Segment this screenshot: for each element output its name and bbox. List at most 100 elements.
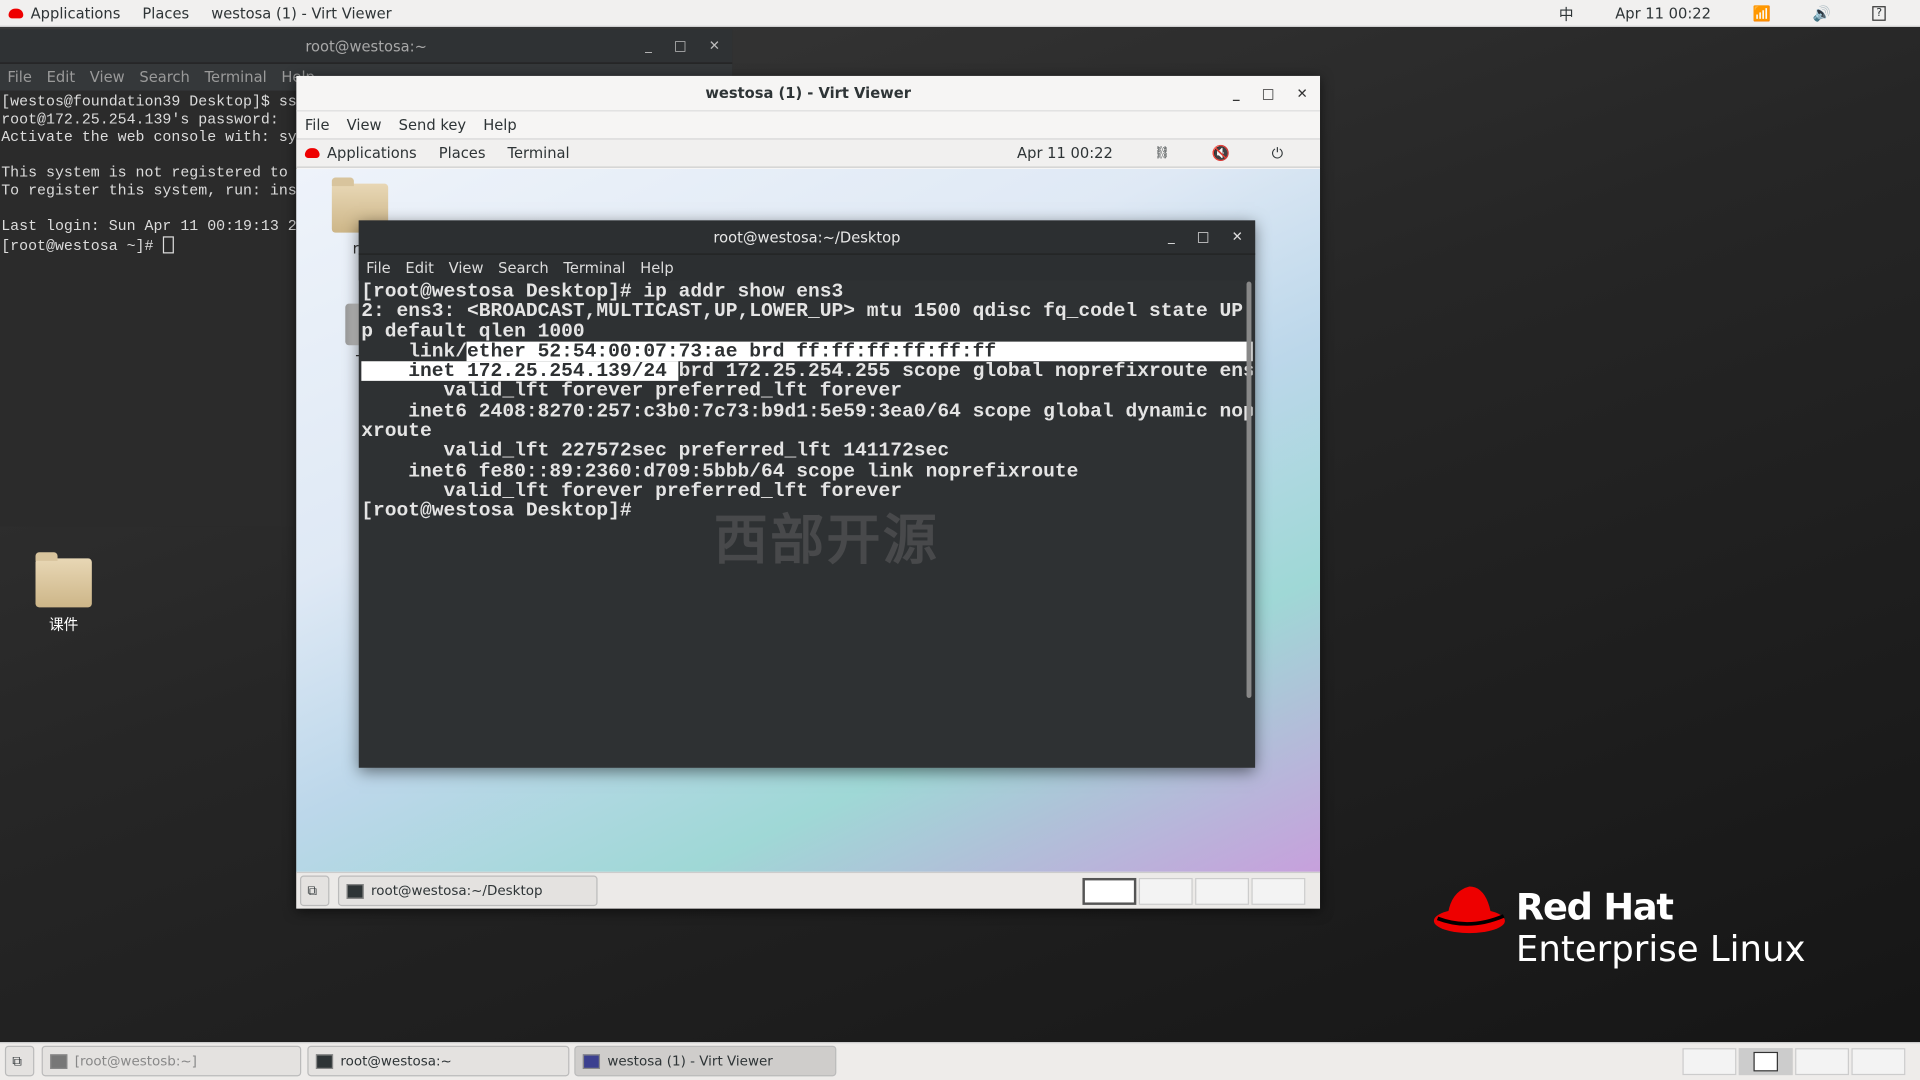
menu-file[interactable]: File [7,69,32,86]
workspace-1[interactable] [1082,877,1137,905]
menu-view[interactable]: View [449,259,484,276]
terminal-line: [root@westosa Desktop]# ip addr show ens… [361,282,1252,302]
window-title: westosa (1) - Virt Viewer [705,84,911,102]
menu-terminal[interactable]: Terminal [563,259,625,276]
power-icon[interactable]: ⏻ [1272,144,1284,162]
terminal-scrollbar[interactable] [1246,281,1252,698]
terminal-text: inet6 fe80::89:2360:d709:5bbb/64 scope l… [361,461,1079,482]
terminal-line: inet 172.25.254.139/24 brd 172.25.254.25… [361,361,1253,382]
menu-edit[interactable]: Edit [405,259,433,276]
close-icon[interactable]: ✕ [1296,85,1307,101]
show-desktop-button[interactable]: ⧉ [300,875,330,907]
input-method-indicator[interactable]: 中 [1559,3,1574,24]
guest-clock[interactable]: Apr 11 00:22 [1017,144,1113,161]
back-terminal-titlebar[interactable]: root@westosa:~ _ □ ✕ [0,29,733,64]
menu-help[interactable]: Help [640,259,674,276]
guest-task-terminal[interactable]: root@westosa:~/Desktop [337,875,598,907]
terminal-text: link/ [361,341,468,362]
folder-label: 课件 [48,615,79,634]
redhat-icon [304,148,320,158]
terminal-icon [346,883,364,899]
volume-icon[interactable]: 🔊 [1813,5,1831,22]
menu-search[interactable]: Search [139,69,189,86]
minimize-icon[interactable]: _ [645,38,652,54]
window-title: root@westosa:~ [305,37,427,55]
guest-applications-menu[interactable]: Applications [327,144,417,161]
host-taskbar: ⧉ [root@westosb:~] root@westosa:~ westos… [0,1042,1920,1080]
clock[interactable]: Apr 11 00:22 [1615,5,1711,22]
applications-menu[interactable]: Applications [31,4,121,21]
terminal-icon [50,1053,68,1069]
menu-view[interactable]: View [90,69,125,86]
terminal-text: valid_lft forever preferred_lft forever [361,481,903,502]
workspace-4[interactable] [1251,877,1306,905]
workspace-3[interactable] [1195,877,1249,905]
terminal-text: [root@westosa Desktop]# ip addr show ens… [361,281,844,302]
volume-muted-icon[interactable]: 🔇 [1212,144,1230,161]
minimize-icon[interactable]: _ [1168,229,1175,245]
virt-viewer-window[interactable]: westosa (1) - Virt Viewer _ □ ✕ File View … [296,75,1321,909]
show-desktop-icon: ⧉ [307,882,317,899]
menu-view[interactable]: View [347,116,382,133]
workspace-2[interactable] [1738,1048,1793,1076]
terminal-line: xroute [361,421,1252,441]
guest-places-menu[interactable]: Places [439,144,486,161]
host-task-westosb[interactable]: [root@westosb:~] [41,1045,302,1077]
guest-terminal-app-menu[interactable]: Terminal [508,144,570,161]
terminal-text: valid_lft forever preferred_lft forever [361,381,903,402]
folder-icon [35,552,92,608]
menu-file[interactable]: File [305,116,330,133]
virt-viewer-titlebar[interactable]: westosa (1) - Virt Viewer _ □ ✕ [296,76,1321,112]
host-desktop: Applications Places westosa (1) - Virt V… [0,0,1920,1080]
close-icon[interactable]: ✕ [1232,229,1243,245]
close-icon[interactable]: ✕ [709,38,720,54]
guest-terminal-output[interactable]: [root@westosa Desktop]# ip addr show ens… [359,280,1255,522]
maximize-icon[interactable]: □ [674,38,687,54]
terminal-cursor [162,236,174,254]
terminal-line: valid_lft forever preferred_lft forever [361,381,1252,401]
network-wired-icon[interactable]: ⛓ [1155,146,1171,159]
terminal-line: 2: ens3: <BROADCAST,MULTICAST,UP,LOWER_U… [361,302,1252,322]
workspace-3[interactable] [1795,1048,1849,1076]
terminal-line: inet6 fe80::89:2360:d709:5bbb/64 scope l… [361,461,1252,481]
maximize-icon[interactable]: □ [1197,229,1210,245]
task-label: [root@westosb:~] [74,1053,197,1069]
host-top-bar: Applications Places westosa (1) - Virt V… [0,0,1920,27]
terminal-text: 2: ens3: <BROADCAST,MULTICAST,UP,LOWER_U… [361,301,1253,322]
task-label: westosa (1) - Virt Viewer [607,1053,773,1069]
guest-terminal-titlebar[interactable]: root@westosa:~/Desktop _ □ ✕ [358,220,1256,255]
battery-unknown-icon[interactable]: ? [1872,6,1886,21]
window-title: root@westosa:~/Desktop [713,228,901,246]
guest-desktop: ro Tr root@westosa:~/Desktop _□✕ File Ed… [296,168,1321,872]
menu-send-key[interactable]: Send key [399,116,466,133]
menu-search[interactable]: Search [498,259,548,276]
selected-text: inet 172.25.254.139/24 [361,361,679,382]
brand-line2: Enterprise Linux [1515,928,1806,970]
guest-terminal-window[interactable]: root@westosa:~/Desktop _ □ ✕ File Edit Vie… [358,220,1256,768]
active-window-label[interactable]: westosa (1) - Virt Viewer [211,4,391,21]
host-task-westosa[interactable]: root@westosa:~ [307,1045,570,1077]
desktop-folder[interactable]: 课件 [35,552,92,634]
terminal-text: xroute [361,421,432,442]
terminal-line: [root@westosa Desktop]# [361,501,1252,521]
terminal-line: inet6 2408:8270:257:c3b0:7c73:b9d1:5e59:… [361,401,1252,421]
wifi-icon[interactable]: 📶 [1753,5,1771,22]
terminal-text: inet6 2408:8270:257:c3b0:7c73:b9d1:5e59:… [361,401,1253,422]
selected-text: ether 52:54:00:07:73:ae brd ff:ff:ff:ff:… [467,341,1253,362]
workspace-2[interactable] [1138,877,1193,905]
places-menu[interactable]: Places [142,4,189,21]
terminal-icon [315,1053,334,1069]
host-task-virt-viewer[interactable]: westosa (1) - Virt Viewer [574,1045,837,1077]
menu-help[interactable]: Help [483,116,517,133]
workspace-1[interactable] [1682,1048,1737,1076]
menu-file[interactable]: File [366,259,391,276]
menu-terminal[interactable]: Terminal [205,69,267,86]
menu-edit[interactable]: Edit [47,69,75,86]
terminal-text: p default qlen 1000 [361,321,585,342]
guest-top-bar: Applications Places Terminal Apr 11 00:2… [296,139,1321,168]
show-desktop-button[interactable]: ⧉ [4,1045,35,1077]
maximize-icon[interactable]: □ [1262,85,1275,101]
minimize-icon[interactable]: _ [1233,85,1240,101]
workspace-4[interactable] [1851,1048,1906,1076]
redhat-icon [8,7,24,18]
